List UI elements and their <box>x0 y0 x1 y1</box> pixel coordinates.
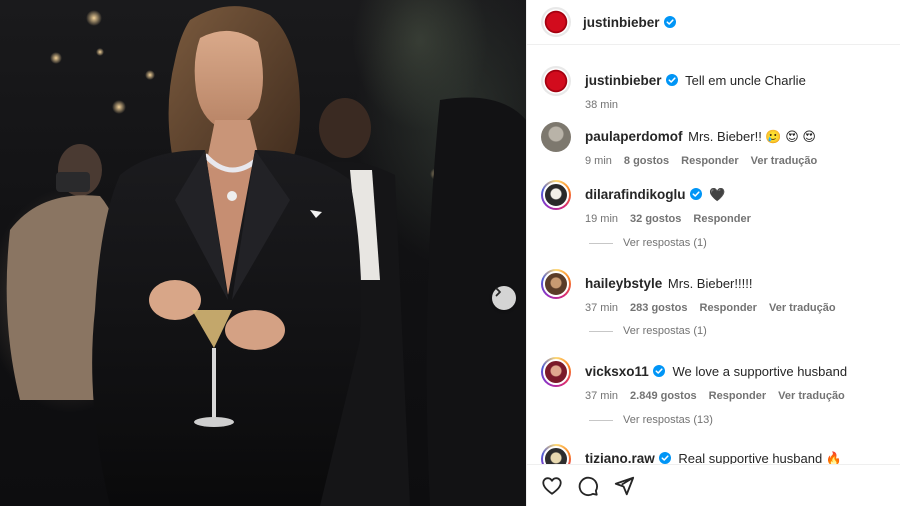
comment-text: We love a supportive husband <box>672 364 848 379</box>
replies-divider <box>589 419 613 421</box>
reply-button[interactable]: Responder <box>700 299 757 317</box>
comment-avatar <box>543 446 569 464</box>
author-avatar[interactable] <box>541 7 571 37</box>
comment-meta: 37 min 2.849 gostos Responder Ver traduç… <box>585 387 891 405</box>
martini-glass-stem <box>212 348 216 418</box>
view-replies-label[interactable]: Ver respostas (1) <box>623 237 707 249</box>
comment-text: Real supportive husband 🔥 <box>678 451 843 464</box>
comment-username[interactable]: dilarafindikoglu <box>585 187 686 202</box>
post-photo <box>0 0 526 506</box>
view-replies-label[interactable]: Ver respostas (1) <box>623 325 707 337</box>
caption-text: Tell em uncle Charlie <box>685 73 806 88</box>
comment-time[interactable]: 37 min <box>585 387 618 405</box>
heart-icon[interactable] <box>541 475 563 497</box>
comment-avatar-story-ring[interactable] <box>541 269 571 299</box>
comment-text: Mrs. Bieber!!!!! <box>667 276 753 291</box>
photo-scene <box>6 6 526 506</box>
instagram-post-view: justinbieber justinbieber Tell em uncle … <box>0 0 900 506</box>
comment-username[interactable]: haileybstyle <box>585 276 662 291</box>
comment-time[interactable]: 37 min <box>585 299 618 317</box>
verified-badge-icon <box>665 74 678 86</box>
comment-row: tiziano.raw Real supportive husband 🔥 <box>541 444 891 464</box>
caption-body: justinbieber Tell em uncle Charlie 38 mi… <box>585 66 891 114</box>
comment-time[interactable]: 19 min <box>585 210 618 228</box>
verified-badge-icon <box>689 188 702 200</box>
post-actions-bar <box>527 464 900 506</box>
replies-divider <box>589 242 613 244</box>
caption-meta: 38 min <box>585 96 891 114</box>
comment-avatar <box>543 271 569 297</box>
comment-text: 🖤 <box>709 187 726 202</box>
necklace-pendant <box>227 191 237 201</box>
post-side-panel: justinbieber justinbieber Tell em uncle … <box>526 0 900 506</box>
comment-bubble-icon[interactable] <box>577 475 599 497</box>
paper-plane-icon[interactable] <box>613 475 635 497</box>
comment-avatar-story-ring[interactable] <box>541 180 571 210</box>
view-replies[interactable]: Ver respostas (1) <box>589 325 707 337</box>
reply-button[interactable]: Responder <box>709 387 766 405</box>
view-replies[interactable]: Ver respostas (1) <box>589 237 707 249</box>
comments-list: justinbieber Tell em uncle Charlie 38 mi… <box>527 58 900 464</box>
translate-button[interactable]: Ver tradução <box>751 152 818 170</box>
comment-row: dilarafindikoglu 🖤 19 min 32 gostos Resp… <box>541 180 891 228</box>
comment-body: dilarafindikoglu 🖤 19 min 32 gostos Resp… <box>585 180 891 228</box>
comment-body: vicksxo11 We love a supportive husband 3… <box>585 357 891 405</box>
comment-row: vicksxo11 We love a supportive husband 3… <box>541 357 891 405</box>
comment-username[interactable]: vicksxo11 <box>585 364 649 379</box>
comment-row: paulaperdomof Mrs. Bieber!! 🥲 😍 😍 9 min … <box>541 122 891 170</box>
comment-avatar[interactable] <box>541 122 571 152</box>
comment-likes[interactable]: 8 gostos <box>624 152 669 170</box>
comment-meta: 9 min 8 gostos Responder Ver tradução <box>585 152 891 170</box>
verified-badge-icon <box>658 452 671 464</box>
comment-meta: 19 min 32 gostos Responder <box>585 210 891 228</box>
verified-badge-icon <box>652 365 665 377</box>
comment-body: haileybstyle Mrs. Bieber!!!!! 37 min 283… <box>585 269 891 317</box>
post-header: justinbieber <box>527 0 900 45</box>
woman-hand-left <box>149 280 201 320</box>
next-photo-button[interactable] <box>492 286 516 310</box>
comment-row: haileybstyle Mrs. Bieber!!!!! 37 min 283… <box>541 269 891 317</box>
replies-divider <box>589 330 613 332</box>
woman-hand-right <box>225 310 285 350</box>
author-avatar[interactable] <box>541 66 571 96</box>
comment-avatar <box>543 182 569 208</box>
comment-time[interactable]: 9 min <box>585 152 612 170</box>
reply-button[interactable]: Responder <box>681 152 738 170</box>
bystander-head <box>319 98 371 158</box>
comment-text: Mrs. Bieber!! 🥲 😍 😍 <box>688 129 816 144</box>
comment-likes[interactable]: 32 gostos <box>630 210 681 228</box>
caption-username[interactable]: justinbieber <box>585 73 662 88</box>
woman-face <box>194 30 263 129</box>
reply-button[interactable]: Responder <box>693 210 750 228</box>
view-replies-label[interactable]: Ver respostas (13) <box>623 414 713 426</box>
chevron-right-icon <box>495 287 501 297</box>
comment-username[interactable]: tiziano.raw <box>585 451 655 464</box>
camera-shape <box>56 172 90 192</box>
comment-avatar-story-ring[interactable] <box>541 444 571 464</box>
verified-badge-icon <box>663 16 676 28</box>
translate-button[interactable]: Ver tradução <box>778 387 845 405</box>
comment-likes[interactable]: 2.849 gostos <box>630 387 697 405</box>
caption-time[interactable]: 38 min <box>585 96 618 114</box>
comment-body: tiziano.raw Real supportive husband 🔥 <box>585 444 891 464</box>
comment-likes[interactable]: 283 gostos <box>630 299 687 317</box>
view-replies[interactable]: Ver respostas (13) <box>589 414 713 426</box>
caption-row: justinbieber Tell em uncle Charlie 38 mi… <box>541 66 891 114</box>
author-username[interactable]: justinbieber <box>583 15 660 30</box>
comment-meta: 37 min 283 gostos Responder Ver tradução <box>585 299 891 317</box>
martini-glass-base <box>194 417 234 427</box>
comment-body: paulaperdomof Mrs. Bieber!! 🥲 😍 😍 9 min … <box>585 122 891 170</box>
comment-username[interactable]: paulaperdomof <box>585 129 683 144</box>
comment-avatar <box>543 359 569 385</box>
translate-button[interactable]: Ver tradução <box>769 299 836 317</box>
comment-avatar-story-ring[interactable] <box>541 357 571 387</box>
